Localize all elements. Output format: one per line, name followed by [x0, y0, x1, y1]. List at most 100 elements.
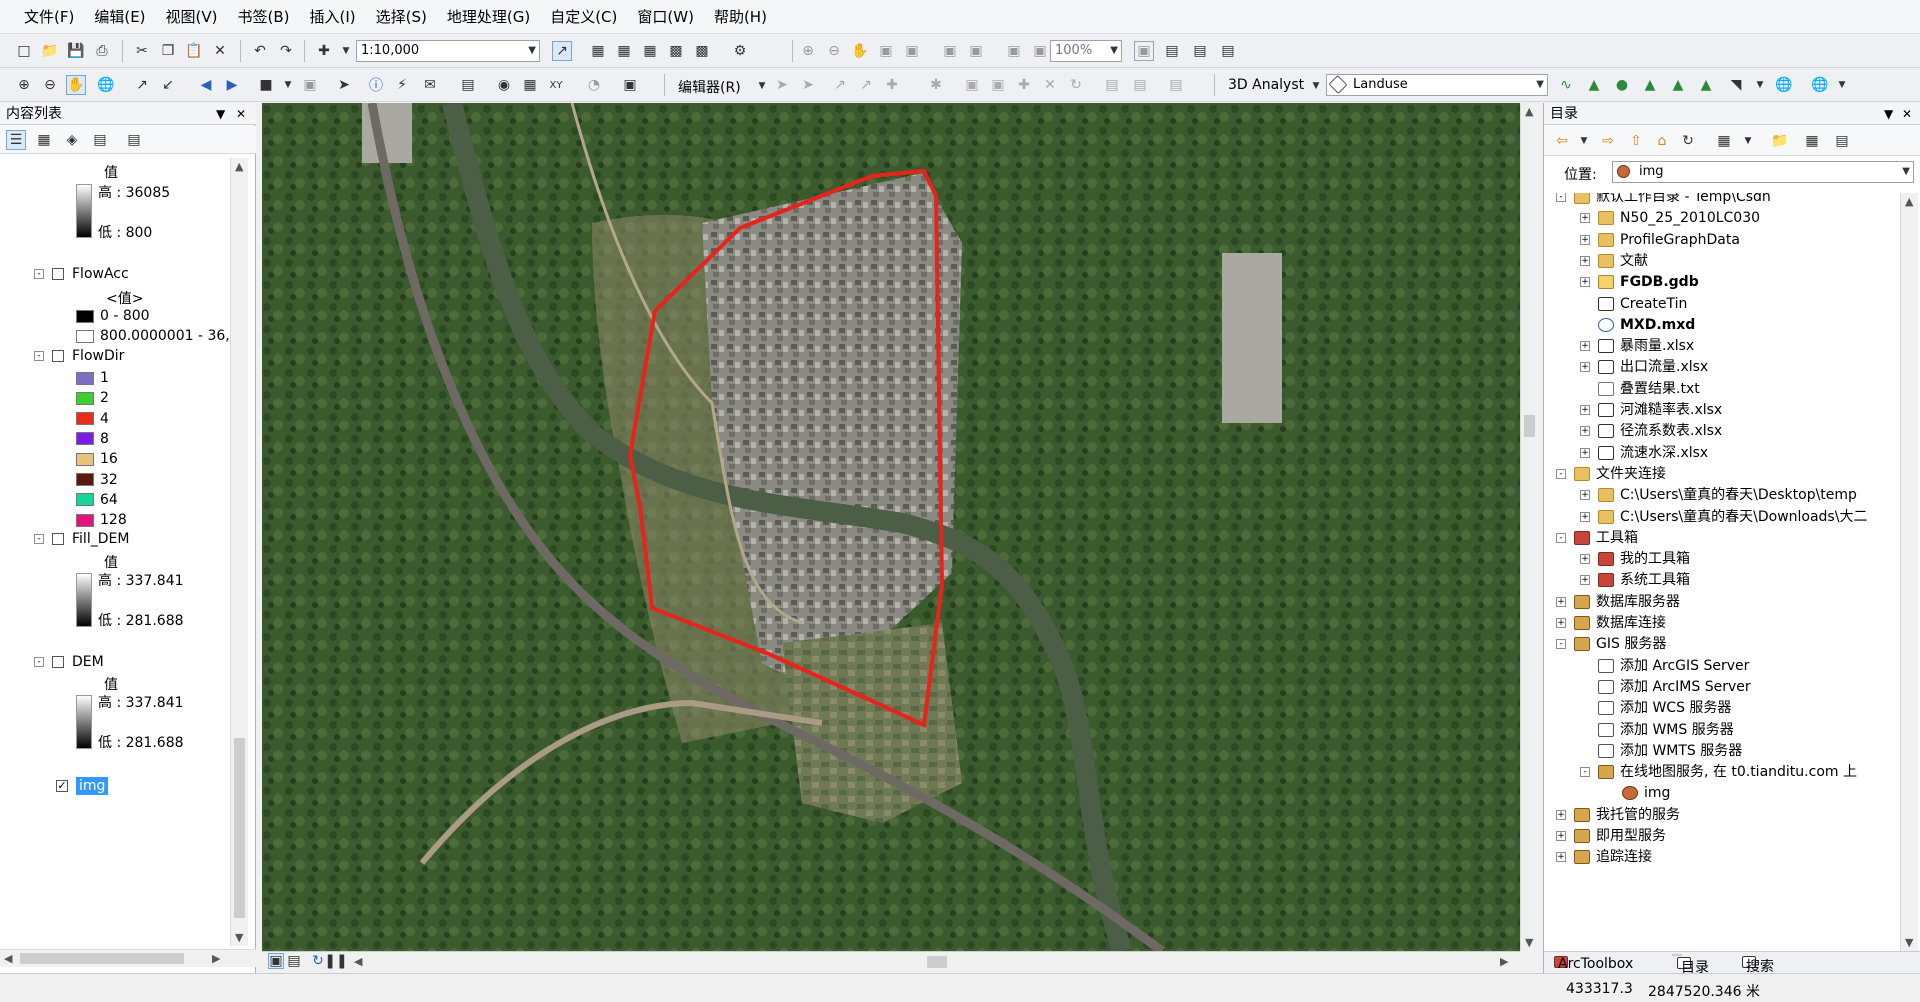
- interpolate-polygon-icon[interactable]: ▲: [1696, 75, 1716, 95]
- layout-back-icon[interactable]: ▣: [1004, 41, 1024, 61]
- pin-icon[interactable]: ▼: [216, 103, 225, 125]
- undo-icon[interactable]: ↶: [250, 41, 270, 61]
- go-to-xy-icon[interactable]: XY: [546, 75, 566, 95]
- menu-item[interactable]: 插入(I): [300, 0, 366, 34]
- pause-drawing-icon[interactable]: ❚❚: [324, 953, 347, 969]
- zoom-out-icon[interactable]: ⊖: [40, 75, 60, 95]
- hyperlink-icon[interactable]: ⚡: [392, 75, 412, 95]
- new-document-icon[interactable]: □: [14, 41, 34, 61]
- save-icon[interactable]: 💾: [66, 41, 86, 61]
- find-icon[interactable]: ◉: [494, 75, 514, 95]
- end-point-arc-icon[interactable]: ↗: [856, 75, 876, 95]
- expand-icon[interactable]: +: [1580, 405, 1590, 415]
- expand-icon[interactable]: +: [1580, 426, 1590, 437]
- catalog-item[interactable]: + FGDB.gdb: [1580, 272, 1699, 292]
- trace-icon[interactable]: ✚: [882, 75, 902, 95]
- catalog-window-icon[interactable]: ▦: [614, 41, 634, 61]
- arcglobe-icon[interactable]: 🌐: [1810, 75, 1830, 95]
- catalog-item[interactable]: + 出口流量.xlsx: [1580, 357, 1708, 377]
- scroll-left-icon[interactable]: ◀: [354, 955, 362, 968]
- collapse-icon[interactable]: -: [1556, 639, 1566, 650]
- options-icon[interactable]: ▤: [1832, 131, 1852, 151]
- catalog-item[interactable]: - 文件夹连接: [1556, 464, 1666, 484]
- expand-icon[interactable]: +: [1580, 575, 1590, 586]
- data-driven-pages-icon[interactable]: ▤: [1218, 41, 1238, 61]
- catalog-item[interactable]: 添加 ArcIMS Server: [1580, 677, 1751, 697]
- refresh-icon[interactable]: ↻: [1678, 131, 1698, 151]
- catalog-item[interactable]: + 即用型服务: [1556, 826, 1666, 846]
- catalog-item[interactable]: 添加 WMS 服务器: [1580, 720, 1734, 740]
- collapse-icon[interactable]: -: [1580, 767, 1590, 778]
- collapse-icon[interactable]: -: [1556, 468, 1566, 479]
- editor-menu[interactable]: 编辑器(R): [678, 77, 741, 97]
- forward-icon[interactable]: ⇨: [1598, 131, 1618, 151]
- model-builder-icon[interactable]: ⚙: [730, 41, 750, 61]
- steepest-path-icon[interactable]: ▲: [1584, 75, 1604, 95]
- back-icon[interactable]: ⇦: [1552, 131, 1572, 151]
- expand-icon[interactable]: +: [1580, 341, 1590, 352]
- expand-icon[interactable]: +: [1580, 213, 1590, 224]
- chevron-down-icon[interactable]: ▼: [1832, 75, 1852, 95]
- toc-window-icon[interactable]: ▦: [640, 41, 660, 61]
- contour-icon[interactable]: ∿: [1556, 75, 1576, 95]
- toc-horizontal-scrollbar[interactable]: ◀ ▶: [0, 949, 256, 967]
- paste-icon[interactable]: 📋: [184, 41, 204, 61]
- expand-icon[interactable]: +: [1580, 277, 1590, 288]
- python-window-icon[interactable]: ▩: [692, 41, 712, 61]
- create-viewer-icon[interactable]: ▣: [620, 75, 640, 95]
- scroll-right-icon[interactable]: ▶: [1500, 955, 1508, 968]
- menu-item[interactable]: 文件(F): [14, 0, 84, 34]
- catalog-vertical-scrollbar[interactable]: ▲ ▼: [1900, 193, 1918, 951]
- collapse-icon[interactable]: -: [34, 534, 44, 544]
- open-folder-icon[interactable]: 📁: [40, 41, 60, 61]
- catalog-item[interactable]: + 河滩糙率表.xlsx: [1580, 400, 1722, 420]
- views-icon[interactable]: ▦: [1714, 131, 1734, 151]
- layer-flowacc[interactable]: - FlowAcc: [34, 266, 129, 282]
- toolbox-icon[interactable]: ▩: [666, 41, 686, 61]
- collapse-icon[interactable]: -: [34, 657, 44, 667]
- menu-item[interactable]: 自定义(C): [540, 0, 627, 34]
- toc-vertical-scrollbar[interactable]: ▲ ▼: [230, 158, 248, 946]
- measure-icon[interactable]: ▤: [458, 75, 478, 95]
- chevron-down-icon[interactable]: ▼: [1306, 76, 1326, 96]
- layer-img[interactable]: ✓ img: [56, 777, 109, 795]
- data-view-icon[interactable]: ▣: [268, 953, 284, 969]
- collapse-icon[interactable]: -: [34, 351, 44, 361]
- catalog-item[interactable]: + ProfileGraphData: [1580, 230, 1740, 250]
- layer-combo[interactable]: Landuse ▼: [1326, 74, 1548, 96]
- chevron-down-icon[interactable]: ▼: [1738, 131, 1758, 151]
- catalog-item[interactable]: + 数据库服务器: [1556, 592, 1680, 612]
- line-of-sight-icon[interactable]: ●: [1612, 75, 1632, 95]
- menu-item[interactable]: 书签(B): [228, 0, 300, 34]
- layer-visibility-checkbox[interactable]: [52, 350, 64, 362]
- create-features-icon[interactable]: ▤: [1166, 75, 1186, 95]
- layout-fixed-icon[interactable]: ▣: [902, 41, 922, 61]
- catalog-item[interactable]: + 暴雨量.xlsx: [1580, 336, 1694, 356]
- catalog-item[interactable]: + 我的工具箱: [1580, 549, 1690, 569]
- layout-zoom-out-icon[interactable]: ⊖: [824, 41, 844, 61]
- clear-selection-icon[interactable]: ▣: [300, 75, 320, 95]
- catalog-item[interactable]: 添加 ArcGIS Server: [1580, 656, 1749, 676]
- add-data-icon[interactable]: ✚: [314, 41, 334, 61]
- catalog-item[interactable]: + 追踪连接: [1556, 847, 1652, 867]
- map-vertical-scrollbar[interactable]: ▲ ▼: [1520, 103, 1538, 951]
- catalog-item[interactable]: - 默认工作目录 - Temp\Csdn: [1556, 193, 1771, 207]
- layout-fixed-zoom-in-icon[interactable]: ▣: [940, 41, 960, 61]
- zoom-in-icon[interactable]: ⊕: [14, 75, 34, 95]
- select-elements-icon[interactable]: ➤: [334, 75, 354, 95]
- editor-toolbar-icon[interactable]: ↗: [552, 41, 572, 61]
- layer-dem[interactable]: - DEM: [34, 654, 104, 670]
- list-by-drawing-order-icon[interactable]: ☰: [6, 130, 26, 150]
- catalog-item[interactable]: + 数据库连接: [1556, 613, 1666, 633]
- reshape-icon[interactable]: ▣: [988, 75, 1008, 95]
- layer-fill-dem[interactable]: - Fill_DEM: [34, 531, 129, 547]
- menu-item[interactable]: 地理处理(G): [437, 0, 540, 34]
- time-slider-icon[interactable]: ◔: [584, 75, 604, 95]
- change-layout-icon[interactable]: ▤: [1190, 41, 1210, 61]
- menu-item[interactable]: 选择(S): [366, 0, 437, 34]
- split-icon[interactable]: ✕: [1040, 75, 1060, 95]
- interpolate-line-icon[interactable]: ▲: [1668, 75, 1688, 95]
- back-extent-icon[interactable]: ◀: [196, 75, 216, 95]
- arcscene-icon[interactable]: 🌐: [1774, 75, 1794, 95]
- layout-zoom-in-icon[interactable]: ⊕: [798, 41, 818, 61]
